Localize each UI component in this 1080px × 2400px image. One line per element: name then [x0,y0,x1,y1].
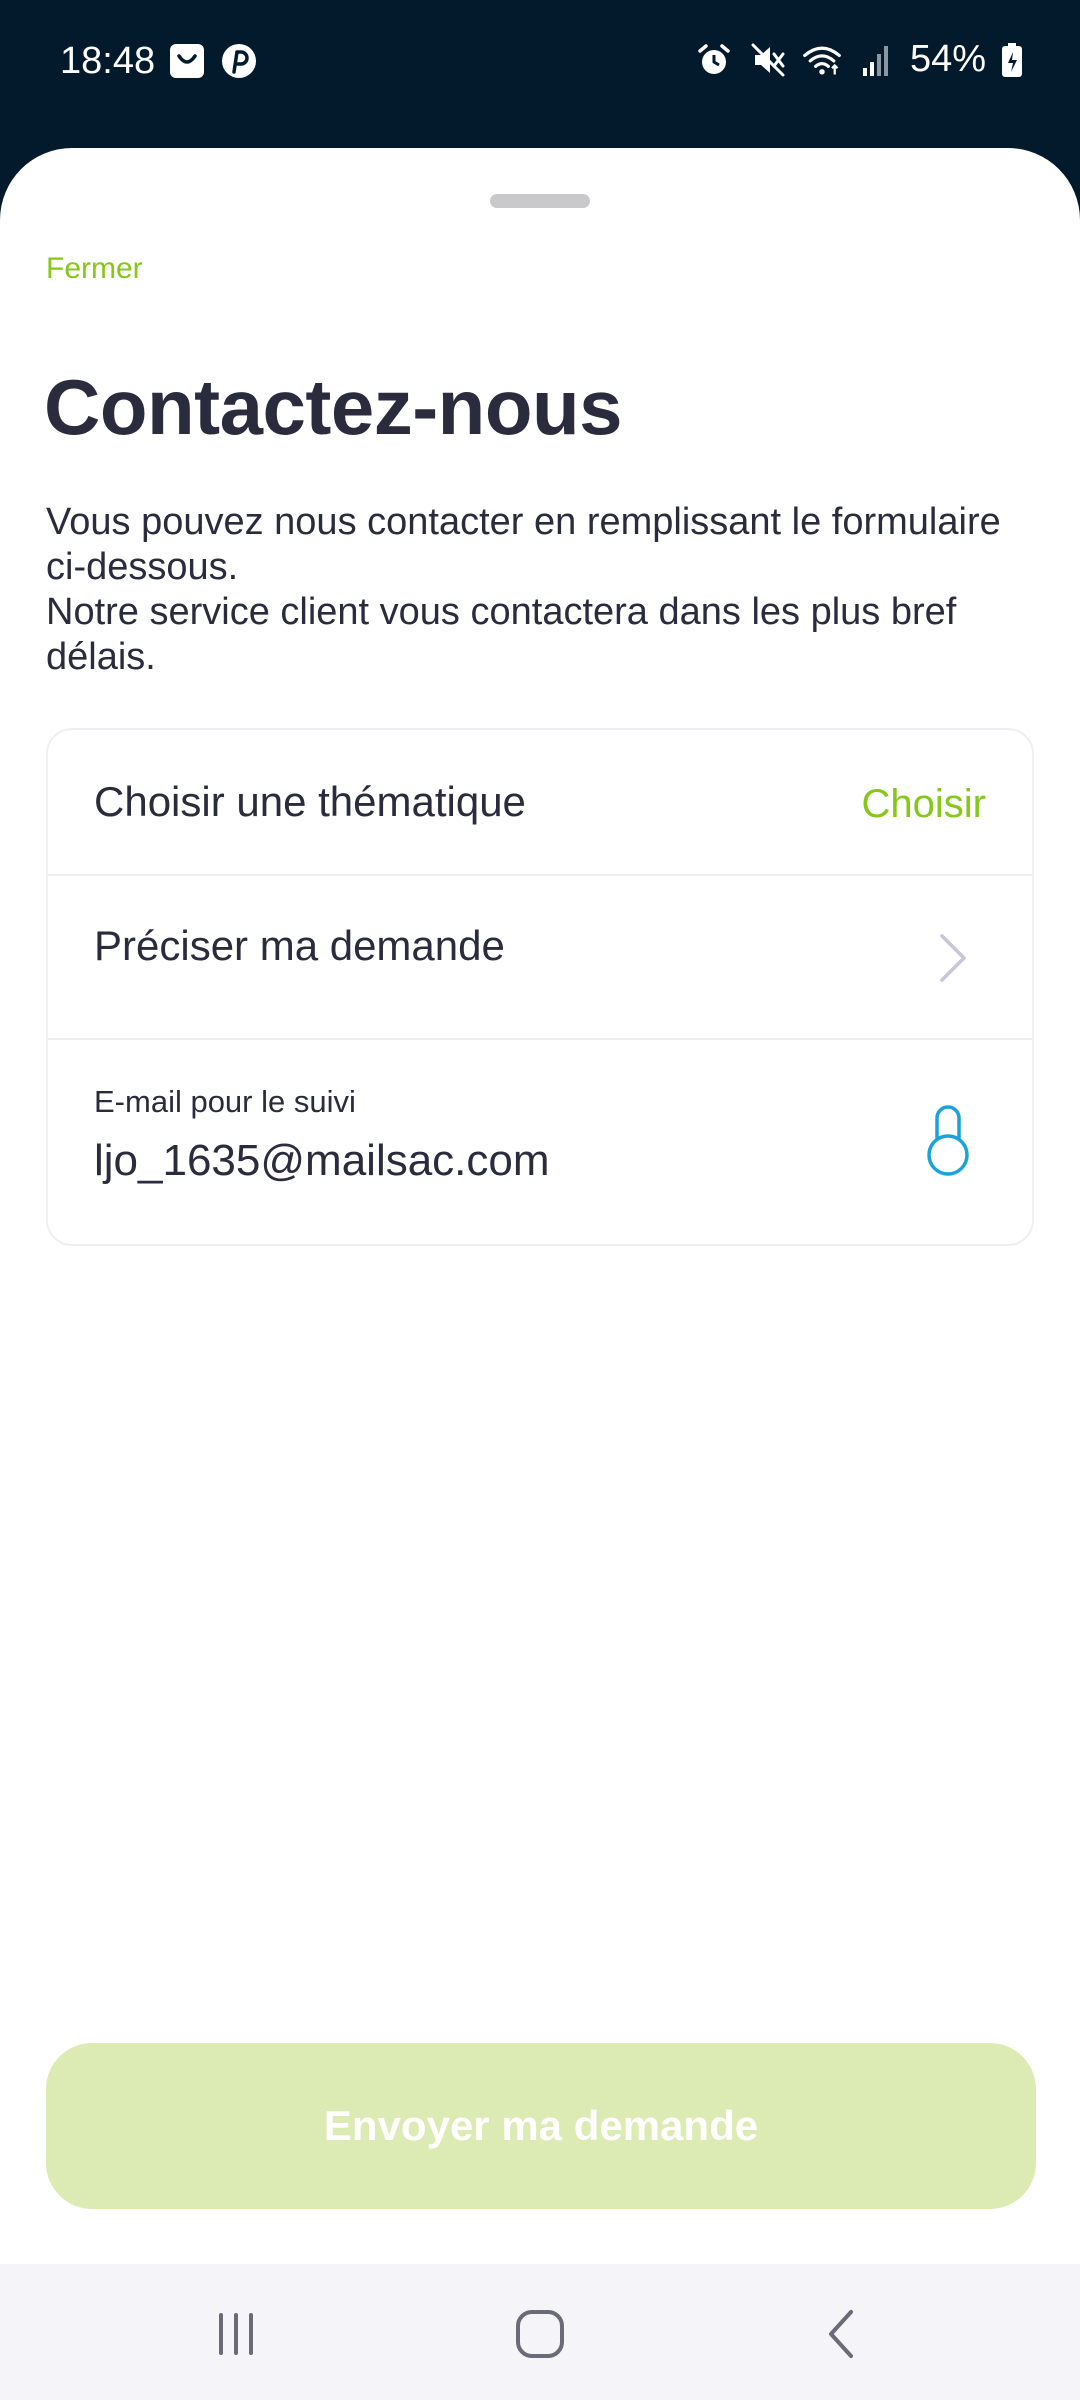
close-button[interactable]: Fermer [46,252,143,286]
pinterest-icon [220,42,258,80]
recents-icon [219,2313,253,2355]
theme-label: Choisir une thématique [94,778,526,825]
request-details-row[interactable]: Préciser ma demande [48,876,1032,1040]
back-icon [829,2310,853,2358]
lock-icon [927,1105,969,1176]
shopping-bag-icon [168,42,206,80]
navigation-bar [0,2264,1080,2400]
sheet-drag-handle[interactable] [490,194,590,208]
status-time: 18:48 [60,40,156,82]
submit-request-button[interactable]: Envoyer ma demande [46,2043,1036,2209]
contact-sheet: Fermer Contactez-nous Vous pouvez nous c… [0,148,1080,2264]
system-icons: 54% [694,38,1024,81]
mute-icon [748,40,788,80]
home-icon [516,2310,564,2358]
page-title: Contactez-nous [44,363,623,451]
recent-apps-button[interactable] [206,2304,266,2364]
email-field: ljo_1635@mailsac.com [94,1136,550,1185]
chevron-right-icon [940,934,966,982]
description-line-2: Notre service client vous contactera dan… [46,591,967,678]
alarm-icon [694,40,734,80]
screen: 18:48 54% Fermer Contactez-nous Vous pou… [0,0,1080,2400]
battery-icon [1000,40,1024,80]
page-description: Vous pouvez nous contacter en remplissan… [46,500,1036,680]
signal-icon [856,40,896,80]
battery-percentage: 54% [909,38,986,80]
back-button[interactable] [812,2304,872,2364]
home-button[interactable] [510,2304,570,2364]
description-line-1: Vous pouvez nous contacter en remplissan… [46,501,1012,588]
wifi-icon [802,40,842,80]
request-label: Préciser ma demande [94,922,505,969]
theme-selector-row[interactable]: Choisir une thématique Choisir [48,730,1032,876]
notification-icons [168,42,258,80]
email-field-label: E-mail pour le suivi [94,1084,356,1119]
status-bar: 18:48 54% [0,0,1080,140]
email-field-row: E-mail pour le suivi ljo_1635@mailsac.co… [48,1040,1032,1246]
contact-form: Choisir une thématique Choisir Préciser … [46,728,1034,1246]
theme-choose-button[interactable]: Choisir [862,782,986,827]
